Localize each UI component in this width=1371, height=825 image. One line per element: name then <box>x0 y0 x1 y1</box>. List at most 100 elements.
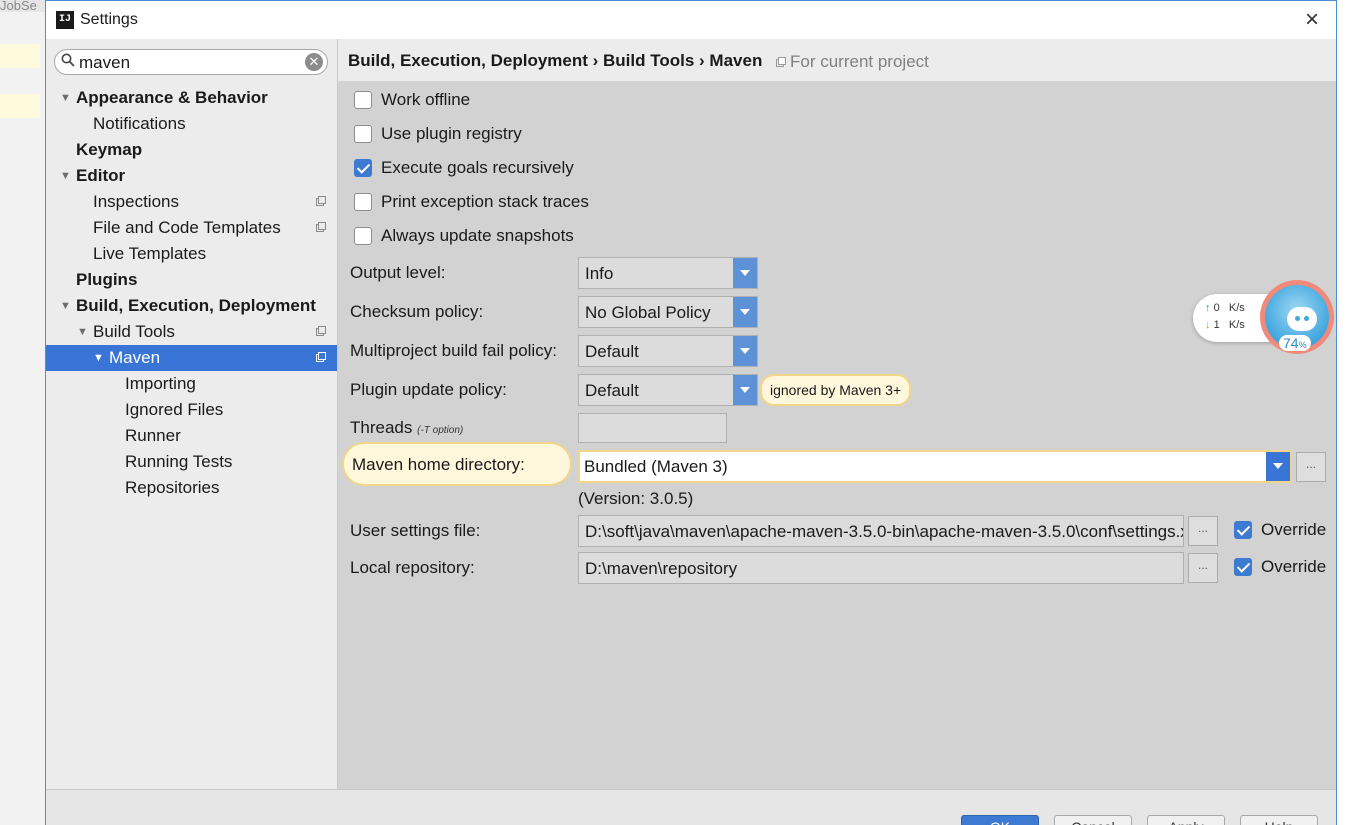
tree-item-live-templates[interactable]: Live Templates <box>46 241 337 267</box>
threads-input[interactable] <box>578 413 727 443</box>
checkbox-box[interactable] <box>354 125 372 143</box>
search-icon <box>61 53 75 67</box>
download-speed-value: 1 <box>1213 319 1220 331</box>
chevron-down-icon[interactable] <box>1266 452 1290 481</box>
checkbox-label: Print exception stack traces <box>381 192 589 211</box>
plugin-update-hint: ignored by Maven 3+ <box>760 374 912 406</box>
output-level-value: Info <box>585 264 614 283</box>
help-button[interactable]: Help <box>1240 815 1318 825</box>
cancel-button[interactable]: Cancel <box>1054 815 1132 825</box>
settings-dialog: IJ Settings × maven ✕ ▼ Appearance & Beha… <box>45 0 1337 825</box>
settings-sidebar: maven ✕ ▼ Appearance & Behavior Notificati… <box>46 39 338 789</box>
search-input[interactable]: maven ✕ <box>54 49 328 75</box>
user-settings-override-checkbox[interactable] <box>1234 521 1252 539</box>
user-settings-browse-button[interactable]: ... <box>1188 516 1218 546</box>
tree-item-label: Editor <box>76 166 126 185</box>
expand-arrow-icon[interactable]: ▼ <box>60 293 71 319</box>
expand-arrow-icon[interactable]: ▼ <box>77 319 88 345</box>
project-scope-icon <box>316 352 326 362</box>
chevron-down-icon[interactable] <box>733 336 757 366</box>
checksum-policy-value: No Global Policy <box>585 303 711 322</box>
checksum-policy-label: Checksum policy: <box>350 302 484 321</box>
tree-item-editor[interactable]: ▼ Editor <box>46 163 337 189</box>
project-scope-icon <box>776 57 786 67</box>
maven-home-browse-button[interactable]: ... <box>1296 452 1326 482</box>
checkbox-box[interactable] <box>354 227 372 245</box>
ok-button[interactable]: OK <box>961 815 1039 825</box>
project-scope-icon <box>316 196 326 206</box>
accelerator-ball-face: 74% <box>1265 285 1329 351</box>
tree-item-notifications[interactable]: Notifications <box>46 111 337 137</box>
multiproject-fail-value: Default <box>585 342 639 361</box>
title-bar: IJ Settings × <box>46 1 1336 39</box>
local-repo-override-checkbox[interactable] <box>1234 558 1252 576</box>
background-highlight <box>0 94 40 118</box>
tree-item-inspections[interactable]: Inspections <box>46 189 337 215</box>
maven-home-value: Bundled (Maven 3) <box>584 457 728 476</box>
user-settings-value: D:\soft\java\maven\apache-maven-3.5.0-bi… <box>585 522 1184 541</box>
expand-arrow-icon[interactable]: ▼ <box>60 85 71 111</box>
tree-item-running-tests[interactable]: Running Tests <box>46 449 337 475</box>
maven-settings-panel: Build, Execution, Deployment › Build Too… <box>338 39 1336 789</box>
tree-item-importing[interactable]: Importing <box>46 371 337 397</box>
multiproject-fail-label: Multiproject build fail policy: <box>350 341 557 360</box>
local-repo-browse-button[interactable]: ... <box>1188 553 1218 583</box>
tree-item-label: Running Tests <box>125 452 233 471</box>
tree-item-label: Maven <box>109 348 161 367</box>
window-title: Settings <box>80 11 138 28</box>
output-level-select[interactable]: Info <box>578 257 758 289</box>
tree-item-maven[interactable]: ▼ Maven <box>46 345 337 371</box>
clear-search-icon[interactable]: ✕ <box>305 53 323 71</box>
plugin-update-value: Default <box>585 381 639 400</box>
checkbox-box[interactable] <box>354 159 372 177</box>
chevron-down-icon[interactable] <box>733 375 757 405</box>
tree-item-label: File and Code Templates <box>93 218 281 237</box>
checkbox-label: Execute goals recursively <box>381 158 574 177</box>
maven-version-text: (Version: 3.0.5) <box>578 489 694 508</box>
background-highlight <box>0 44 40 68</box>
tree-item-label: Build, Execution, Deployment <box>76 296 316 315</box>
multiproject-fail-select[interactable]: Default <box>578 335 758 367</box>
local-repo-input[interactable]: D:\maven\repository <box>578 552 1184 584</box>
tree-item-runner[interactable]: Runner <box>46 423 337 449</box>
tree-item-label: Live Templates <box>93 244 207 263</box>
tree-item-label: Keymap <box>76 140 143 159</box>
chevron-down-icon[interactable] <box>733 258 757 288</box>
checkbox-label: Work offline <box>381 90 471 109</box>
tree-item-plugins[interactable]: Plugins <box>46 267 337 293</box>
breadcrumb-path: Build, Execution, Deployment › Build Too… <box>348 51 763 70</box>
dialog-button-bar: OK Cancel Apply Help <box>46 789 1336 825</box>
user-settings-input[interactable]: D:\soft\java\maven\apache-maven-3.5.0-bi… <box>578 515 1184 547</box>
maven-home-select[interactable]: Bundled (Maven 3) <box>578 450 1292 483</box>
tree-item-label: Repositories <box>125 478 220 497</box>
download-arrow-icon: ↓ <box>1205 319 1211 331</box>
search-value: maven <box>79 53 131 72</box>
tree-item-ignored-files[interactable]: Ignored Files <box>46 397 337 423</box>
tree-item-build-execution-deployment[interactable]: ▼ Build, Execution, Deployment <box>46 293 337 319</box>
tree-item-appearance-behavior[interactable]: ▼ Appearance & Behavior <box>46 85 337 111</box>
close-icon[interactable]: × <box>1298 6 1326 34</box>
tree-item-build-tools[interactable]: ▼ Build Tools <box>46 319 337 345</box>
tree-item-keymap[interactable]: Keymap <box>46 137 337 163</box>
checkbox-box[interactable] <box>354 91 372 109</box>
checksum-policy-select[interactable]: No Global Policy <box>578 296 758 328</box>
maven-home-label: Maven home directory: <box>352 455 525 474</box>
expand-arrow-icon[interactable]: ▼ <box>60 163 71 189</box>
upload-speed-value: 0 <box>1213 302 1220 314</box>
upload-speed: ↑ 0 K/s <box>1205 302 1245 314</box>
breadcrumb: Build, Execution, Deployment › Build Too… <box>338 39 1336 81</box>
tree-item-repositories[interactable]: Repositories <box>46 475 337 501</box>
plugin-update-select[interactable]: Default <box>578 374 758 406</box>
chevron-down-icon[interactable] <box>733 297 757 327</box>
download-speed: ↓ 1 K/s <box>1205 319 1245 331</box>
tree-item-label: Appearance & Behavior <box>76 88 268 107</box>
apply-button[interactable]: Apply <box>1147 815 1225 825</box>
tree-item-file-and-code-templates[interactable]: File and Code Templates <box>46 215 337 241</box>
accelerator-ball-icon[interactable]: 74% <box>1260 280 1334 354</box>
checkbox-box[interactable] <box>354 193 372 211</box>
local-repo-value: D:\maven\repository <box>585 559 738 578</box>
tree-item-label: Inspections <box>93 192 179 211</box>
user-settings-override-label: Override <box>1261 520 1327 539</box>
expand-arrow-icon[interactable]: ▼ <box>93 345 104 371</box>
tree-item-label: Runner <box>125 426 181 445</box>
